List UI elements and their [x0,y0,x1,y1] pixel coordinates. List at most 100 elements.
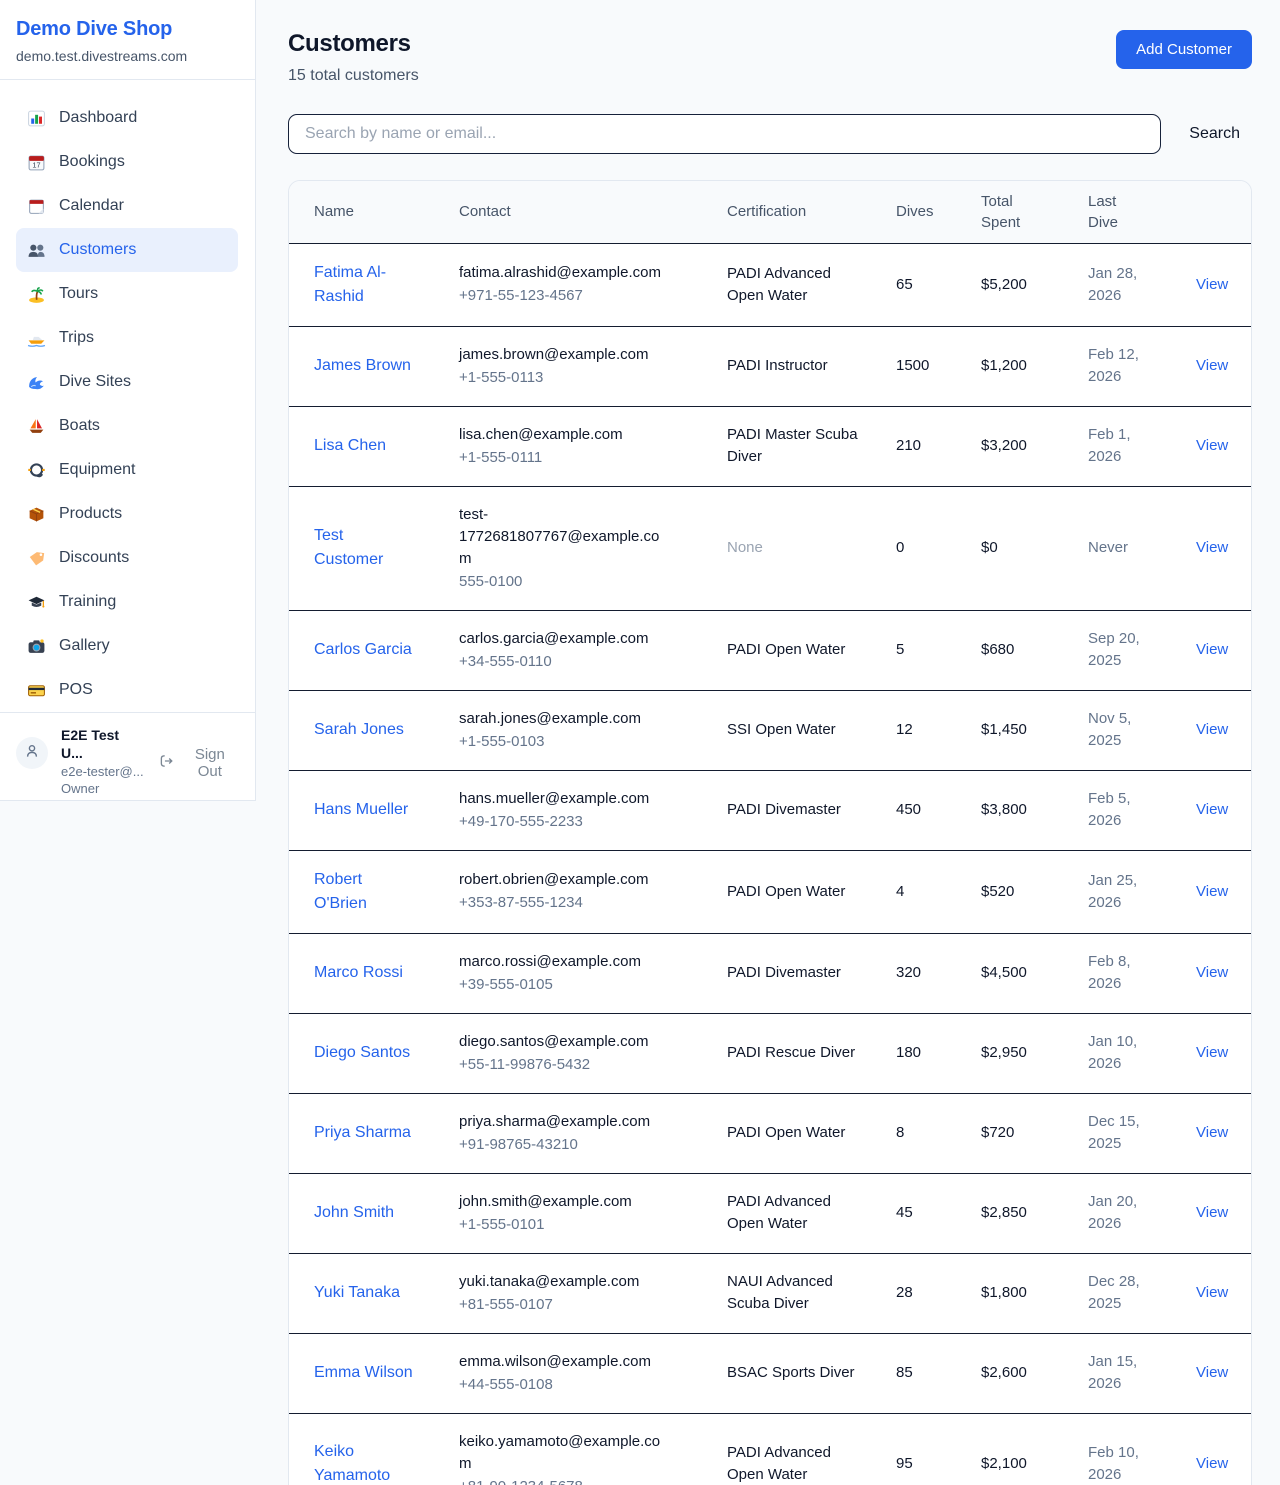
customer-contact-cell: priya.sharma@example.com +91-98765-43210 [459,1093,727,1173]
view-customer-link[interactable]: View [1196,539,1228,556]
customer-last-dive: Feb 1, 2026 [1088,424,1152,468]
customer-phone: +81-555-0107 [459,1294,727,1316]
customer-name-link[interactable]: Test Customer [314,524,414,572]
customer-dives: 4 [896,850,981,933]
sign-out-button[interactable]: Sign Out [158,746,239,780]
customer-email: keiko.yamamoto@example.com [459,1431,727,1475]
customer-row: Priya Sharma priya.sharma@example.com +9… [289,1093,1251,1173]
customer-dives: 95 [896,1413,981,1485]
view-customer-link[interactable]: View [1196,357,1228,374]
sidebar-item-training[interactable]: Training [16,580,238,624]
customer-name-link[interactable]: Hans Mueller [314,798,408,822]
customer-name-link[interactable]: Marco Rossi [314,961,403,985]
customer-total-spent: $4,500 [981,933,1088,1013]
customer-name-link[interactable]: Keiko Yamamoto [314,1440,414,1485]
view-customer-link[interactable]: View [1196,721,1228,738]
view-customer-link[interactable]: View [1196,1124,1228,1141]
view-customer-link[interactable]: View [1196,1204,1228,1221]
sidebar-item-gallery[interactable]: Gallery [16,624,238,668]
sidebar-item-customers[interactable]: Customers [16,228,238,272]
customer-last-dive: Jan 25, 2026 [1088,870,1152,914]
view-customer-link[interactable]: View [1196,1455,1228,1472]
avatar [16,737,48,769]
sidebar-item-label: Calendar [59,197,124,215]
sidebar-item-label: POS [59,681,93,699]
customer-name-link[interactable]: Emma Wilson [314,1361,413,1385]
customer-name-link[interactable]: Yuki Tanaka [314,1281,400,1305]
search-input[interactable] [288,114,1161,154]
sidebar-item-label: Equipment [59,461,136,479]
sidebar-item-boats[interactable]: Boats [16,404,238,448]
customer-last-dive: Feb 12, 2026 [1088,344,1152,388]
customer-dives: 12 [896,690,981,770]
sidebar-item-trips[interactable]: Trips [16,316,238,360]
customer-name-link[interactable]: John Smith [314,1201,394,1225]
customer-contact-cell: fatima.alrashid@example.com +971-55-123-… [459,243,727,326]
customer-name-link[interactable]: Sarah Jones [314,718,404,742]
view-customer-link[interactable]: View [1196,883,1228,900]
customer-row: Diego Santos diego.santos@example.com +5… [289,1013,1251,1093]
view-customer-link[interactable]: View [1196,1284,1228,1301]
add-customer-button[interactable]: Add Customer [1116,30,1252,69]
sidebar-item-label: Tours [59,285,98,303]
view-customer-link[interactable]: View [1196,1364,1228,1381]
customer-contact-cell: test-1772681807767@example.com 555-0100 [459,486,727,610]
sidebar-item-dive-sites[interactable]: Dive Sites [16,360,238,404]
customer-last-dive: Jan 28, 2026 [1088,263,1152,307]
customer-name-link[interactable]: Lisa Chen [314,434,386,458]
view-customer-link[interactable]: View [1196,1044,1228,1061]
customer-contact-cell: yuki.tanaka@example.com +81-555-0107 [459,1253,727,1333]
customer-certification: PADI Open Water [727,1122,845,1144]
dive-sites-icon [27,373,46,392]
customer-certification: PADI Advanced Open Water [727,1442,859,1485]
customer-name-link[interactable]: Carlos Garcia [314,638,412,662]
customer-email: carlos.garcia@example.com [459,628,727,650]
sidebar-item-calendar[interactable]: Calendar [16,184,238,228]
sidebar-nav: Dashboard 17 Bookings Calendar Customers… [0,80,255,712]
customer-name-link[interactable]: Priya Sharma [314,1121,411,1145]
customer-total-spent: $1,450 [981,690,1088,770]
customer-row: Sarah Jones sarah.jones@example.com +1-5… [289,690,1251,770]
column-header-total-spent: Total Spent [981,181,1088,243]
customer-contact-cell: carlos.garcia@example.com +34-555-0110 [459,610,727,690]
customer-row: John Smith john.smith@example.com +1-555… [289,1173,1251,1253]
customer-phone: +34-555-0110 [459,651,727,673]
customer-total-spent: $2,850 [981,1173,1088,1253]
sidebar-item-bookings[interactable]: 17 Bookings [16,140,238,184]
sidebar-item-dashboard[interactable]: Dashboard [16,96,238,140]
customer-email: yuki.tanaka@example.com [459,1271,727,1293]
sidebar-item-equipment[interactable]: Equipment [16,448,238,492]
customer-row: Lisa Chen lisa.chen@example.com +1-555-0… [289,406,1251,486]
customer-dives: 450 [896,770,981,850]
customer-last-dive: Feb 5, 2026 [1088,788,1152,832]
view-customer-link[interactable]: View [1196,801,1228,818]
customer-contact-cell: hans.mueller@example.com +49-170-555-223… [459,770,727,850]
customer-name-link[interactable]: Robert O'Brien [314,868,414,916]
customer-email: james.brown@example.com [459,344,727,366]
customer-row: Fatima Al-Rashid fatima.alrashid@example… [289,243,1251,326]
customer-total-spent: $3,800 [981,770,1088,850]
sidebar-item-tours[interactable]: Tours [16,272,238,316]
view-customer-link[interactable]: View [1196,276,1228,293]
sidebar-item-pos[interactable]: POS [16,668,238,712]
customer-total-spent: $520 [981,850,1088,933]
sidebar-item-discounts[interactable]: Discounts [16,536,238,580]
trips-icon [27,329,46,348]
customer-name-link[interactable]: Diego Santos [314,1041,410,1065]
column-header-name: Name [289,181,459,243]
customer-name-link[interactable]: Fatima Al-Rashid [314,261,414,309]
view-customer-link[interactable]: View [1196,437,1228,454]
customer-certification: PADI Open Water [727,639,845,661]
view-customer-link[interactable]: View [1196,641,1228,658]
sidebar-footer: E2E Test U... e2e-tester@... Owner Sign … [0,712,255,817]
customer-dives: 0 [896,486,981,610]
customer-name-link[interactable]: James Brown [314,354,411,378]
search-button[interactable]: Search [1177,117,1252,151]
calendar-icon [27,197,46,216]
view-customer-link[interactable]: View [1196,964,1228,981]
customer-contact-cell: marco.rossi@example.com +39-555-0105 [459,933,727,1013]
customer-certification: BSAC Sports Diver [727,1362,855,1384]
customer-total-spent: $1,200 [981,326,1088,406]
sidebar-item-products[interactable]: Products [16,492,238,536]
products-icon [27,505,46,524]
